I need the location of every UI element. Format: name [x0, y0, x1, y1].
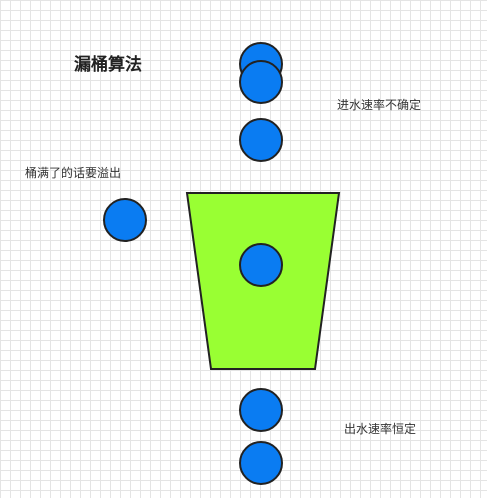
overflow-label: 桶满了的话要溢出	[25, 166, 122, 180]
inflow-drop-3	[239, 118, 283, 162]
inflow-rate-label: 进水速率不确定	[337, 98, 422, 112]
bucket-drop	[239, 243, 283, 287]
outflow-rate-label: 出水速率恒定	[344, 422, 417, 436]
outflow-drop-2	[239, 441, 283, 485]
diagram-title: 漏桶算法	[74, 55, 142, 75]
overflow-drop	[103, 198, 147, 242]
outflow-drop-1	[239, 388, 283, 432]
inflow-drop-2	[239, 60, 283, 104]
